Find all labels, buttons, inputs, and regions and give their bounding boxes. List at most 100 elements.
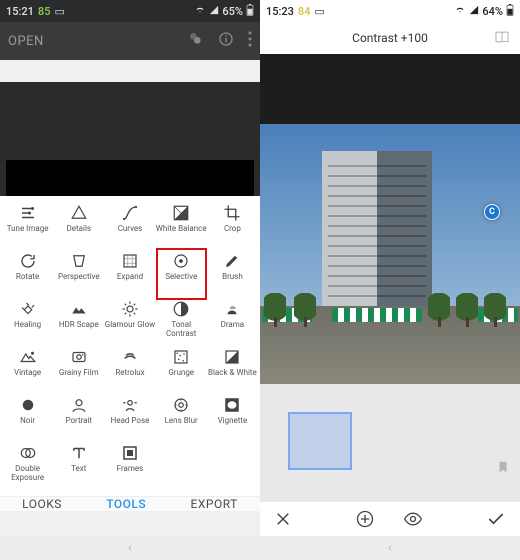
tool-label: Tonal Contrast — [156, 320, 207, 338]
expand-icon — [121, 252, 139, 270]
tool-text[interactable]: Text — [53, 444, 104, 492]
nav-back-icon[interactable]: ‹ — [388, 540, 392, 556]
add-point-button[interactable] — [355, 509, 375, 529]
tool-label: Text — [71, 464, 86, 473]
open-button[interactable]: OPEN — [8, 34, 44, 49]
tool-black-white[interactable]: Black & White — [207, 348, 258, 396]
tool-tune-image[interactable]: Tune Image — [2, 204, 53, 252]
white-balance-icon — [172, 204, 190, 222]
clock: 15:21 — [6, 5, 34, 18]
vintage-icon — [19, 348, 37, 366]
tool-tonal-contrast[interactable]: Tonal Contrast — [156, 300, 207, 348]
bottom-tabbar: LOOKS TOOLS EXPORT — [0, 496, 260, 511]
tool-label: White Balance — [156, 224, 207, 233]
tool-curves[interactable]: Curves — [104, 204, 155, 252]
drama-icon — [223, 300, 241, 318]
double-exposure-icon — [19, 444, 37, 462]
tool-double-exposure[interactable]: Double Exposure — [2, 444, 53, 492]
tab-export[interactable]: EXPORT — [191, 497, 238, 511]
tool-frames[interactable]: Frames — [104, 444, 155, 492]
details-icon — [70, 204, 88, 222]
tool-retrolux[interactable]: Retrolux — [104, 348, 155, 396]
grainy-film-icon — [70, 348, 88, 366]
clock: 15:23 — [266, 5, 294, 18]
tool-white-balance[interactable]: White Balance — [156, 204, 207, 252]
info-icon[interactable] — [218, 31, 234, 51]
tool-label: Tune Image — [7, 224, 49, 233]
head-pose-icon — [121, 396, 139, 414]
tune-image-icon — [19, 204, 37, 222]
tool-brush[interactable]: Brush — [207, 252, 258, 300]
photo-building — [322, 151, 432, 311]
tool-noir[interactable]: Noir — [2, 396, 53, 444]
tool-label: Healing — [14, 320, 41, 329]
tool-drama[interactable]: Drama — [207, 300, 258, 348]
more-icon[interactable] — [248, 31, 252, 51]
tutorial-icon[interactable] — [494, 29, 510, 48]
tool-label: Retrolux — [115, 368, 144, 377]
tool-label: Glamour Glow — [105, 320, 155, 329]
bookmark-icon[interactable] — [496, 459, 510, 478]
tool-label: Vignette — [218, 416, 248, 425]
lens-blur-icon — [172, 396, 190, 414]
wifi-icon — [454, 5, 466, 18]
contrast-value: Contrast +100 — [352, 31, 428, 45]
rotate-icon — [19, 252, 37, 270]
tab-tools[interactable]: TOOLS — [106, 497, 146, 511]
cancel-button[interactable] — [274, 510, 292, 528]
tool-expand[interactable]: Expand — [104, 252, 155, 300]
tool-grainy-film[interactable]: Grainy Film — [53, 348, 104, 396]
selective-control-point[interactable]: C — [484, 204, 500, 220]
tool-grunge[interactable]: Grunge — [156, 348, 207, 396]
tool-rotate[interactable]: Rotate — [2, 252, 53, 300]
tool-glamour-glow[interactable]: Glamour Glow — [104, 300, 155, 348]
battery-icon — [246, 4, 254, 19]
layers-icon[interactable] — [188, 31, 204, 51]
tool-label: Curves — [118, 224, 143, 233]
tool-label: Crop — [224, 224, 241, 233]
tool-portrait[interactable]: Portrait — [53, 396, 104, 444]
tool-head-pose[interactable]: Head Pose — [104, 396, 155, 444]
tool-vignette[interactable]: Vignette — [207, 396, 258, 444]
curves-icon — [121, 204, 139, 222]
tool-label: HDR Scape — [59, 320, 99, 329]
tool-healing[interactable]: Healing — [2, 300, 53, 348]
tonal-contrast-icon — [172, 300, 190, 318]
crop-icon — [223, 204, 241, 222]
apply-button[interactable] — [486, 509, 506, 529]
tool-crop[interactable]: Crop — [207, 204, 258, 252]
tools-sheet: Tune Image Details Curves White Balance Crop… — [0, 196, 260, 504]
selective-icon — [172, 252, 190, 270]
right-screenshot: 15:23 84 ▭ 64% Contrast +100 — [260, 0, 520, 560]
portrait-icon — [70, 396, 88, 414]
tool-label: Lens Blur — [165, 416, 198, 425]
tool-label: Grainy Film — [59, 368, 99, 377]
action-bar — [260, 502, 520, 536]
black-white-icon — [223, 348, 241, 366]
tool-label: Drama — [221, 320, 245, 329]
edited-photo[interactable]: C — [260, 124, 520, 384]
preview-button[interactable] — [403, 509, 423, 529]
tab-looks[interactable]: LOOKS — [22, 497, 62, 511]
grunge-icon — [172, 348, 190, 366]
text-icon — [70, 444, 88, 462]
nav-back-icon[interactable]: ‹ — [128, 540, 132, 556]
tool-label: Vintage — [14, 368, 41, 377]
selective-titlebar: Contrast +100 — [260, 22, 520, 54]
wifi-icon — [194, 5, 206, 18]
retrolux-icon — [121, 348, 139, 366]
tools-grid: Tune Image Details Curves White Balance Crop… — [0, 196, 260, 496]
tool-details[interactable]: Details — [53, 204, 104, 252]
tool-label: Head Pose — [111, 416, 150, 425]
tool-lens-blur[interactable]: Lens Blur — [156, 396, 207, 444]
tool-label: Details — [67, 224, 91, 233]
tool-selective[interactable]: Selective — [156, 252, 207, 300]
film-strip-selection[interactable] — [288, 412, 352, 470]
tool-perspective[interactable]: Perspective — [53, 252, 104, 300]
tool-hdr-scape[interactable]: HDR Scape — [53, 300, 104, 348]
statusbar-app-icon: ▭ — [55, 5, 65, 18]
battery-pct: 85 — [38, 5, 51, 18]
battery-text: 64% — [482, 5, 503, 18]
tool-vintage[interactable]: Vintage — [2, 348, 53, 396]
left-screenshot: 15:21 85 ▭ 65% OPEN — [0, 0, 260, 560]
